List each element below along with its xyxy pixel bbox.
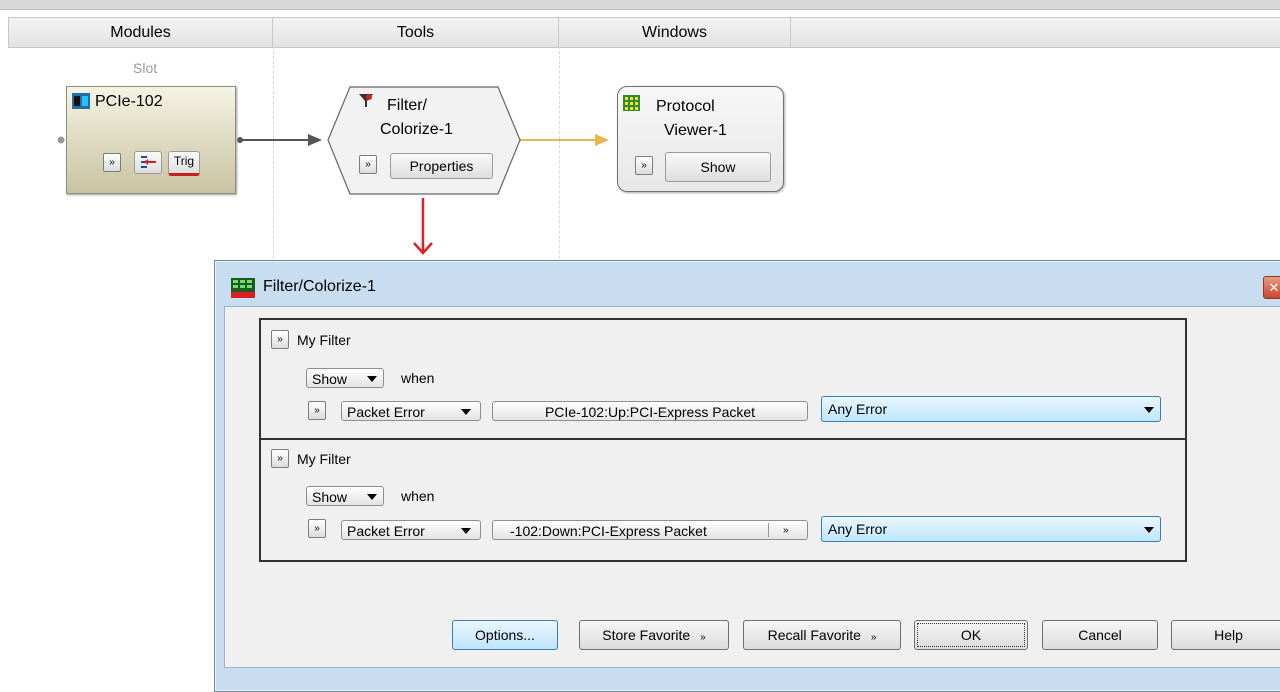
dropdown-arrow-icon bbox=[461, 409, 471, 415]
recall-favorite-label: Recall Favorite bbox=[767, 627, 861, 643]
module-input-port bbox=[57, 136, 65, 144]
value-select[interactable]: Any Error bbox=[821, 516, 1161, 542]
source-button[interactable]: -102:Down:PCI-Express Packet » bbox=[492, 520, 808, 540]
when-label: when bbox=[401, 370, 435, 386]
expand-chevron-icon[interactable]: » bbox=[308, 519, 326, 538]
window-title-line2: Viewer-1 bbox=[664, 122, 727, 139]
dropdown-arrow-icon bbox=[367, 376, 377, 382]
dropdown-arrow-icon bbox=[461, 528, 471, 534]
dropdown-arrow-icon bbox=[1144, 407, 1154, 413]
expand-chevron-icon[interactable]: » bbox=[271, 330, 289, 349]
module-pcie-102[interactable]: PCIe-102 » Trig bbox=[66, 86, 236, 194]
dialog-title: Filter/Colorize-1 bbox=[263, 278, 376, 295]
split-divider bbox=[768, 523, 769, 537]
pcie-module-icon bbox=[72, 93, 90, 109]
list-arrow-icon bbox=[141, 156, 156, 168]
condition-value: Packet Error bbox=[347, 523, 425, 539]
window-protocol-viewer[interactable]: Protocol Viewer-1 » Show bbox=[617, 86, 784, 192]
close-icon[interactable]: ✕ bbox=[1263, 276, 1280, 299]
window-title-line1: Protocol bbox=[656, 98, 715, 115]
condition-select[interactable]: Packet Error bbox=[341, 520, 481, 540]
filter-colorize-dialog: Filter/Colorize-1 ✕ » My Filter Show whe… bbox=[214, 260, 1280, 692]
help-button[interactable]: Help bbox=[1171, 620, 1280, 650]
config-list-button[interactable] bbox=[134, 151, 162, 174]
when-label: when bbox=[401, 488, 435, 504]
filter-rules-panel: » My Filter Show when » Packet Error PCI… bbox=[259, 318, 1187, 562]
filter-rule: » My Filter Show when » Packet Error PCI… bbox=[261, 320, 1185, 438]
expand-chevron-icon[interactable]: » bbox=[308, 401, 326, 420]
dropdown-arrow-icon bbox=[367, 494, 377, 500]
source-text: -102:Down:PCI-Express Packet bbox=[510, 523, 707, 539]
filter-rule: » My Filter Show when » Packet Error -10… bbox=[261, 438, 1185, 558]
options-button[interactable]: Options... bbox=[452, 620, 558, 650]
filter-name: My Filter bbox=[297, 451, 351, 467]
source-button[interactable]: PCIe-102:Up:PCI-Express Packet bbox=[492, 401, 808, 421]
value-text: Any Error bbox=[828, 401, 888, 417]
action-value: Show bbox=[312, 489, 348, 505]
chevron-down-icon[interactable]: » bbox=[783, 521, 789, 541]
chevron-down-icon: » bbox=[700, 632, 706, 643]
value-select[interactable]: Any Error bbox=[821, 396, 1161, 422]
dialog-app-icon bbox=[231, 278, 255, 298]
action-select[interactable]: Show bbox=[306, 368, 384, 388]
tool-filter-colorize[interactable]: Filter/ Colorize-1 » Properties bbox=[326, 86, 522, 196]
expand-chevron-icon[interactable]: » bbox=[271, 449, 289, 468]
filter-name: My Filter bbox=[297, 332, 351, 348]
dropdown-arrow-icon bbox=[1144, 527, 1154, 533]
recall-favorite-button[interactable]: Recall Favorite » bbox=[743, 620, 901, 650]
filter-funnel-icon bbox=[358, 92, 374, 108]
expand-chevron-icon[interactable]: » bbox=[359, 155, 377, 174]
show-button[interactable]: Show bbox=[665, 152, 771, 182]
chevron-down-icon: » bbox=[870, 632, 877, 643]
link-arrowhead bbox=[308, 134, 322, 146]
expand-chevron-icon[interactable]: » bbox=[635, 156, 653, 175]
tool-title-line2: Colorize-1 bbox=[380, 121, 453, 138]
tool-title-line1: Filter/ bbox=[387, 97, 427, 114]
value-text: Any Error bbox=[828, 521, 888, 537]
condition-value: Packet Error bbox=[347, 404, 425, 420]
store-favorite-button[interactable]: Store Favorite » bbox=[579, 620, 729, 650]
ok-button[interactable]: OK bbox=[914, 620, 1028, 650]
link-arrowhead bbox=[595, 134, 609, 146]
module-title: PCIe-102 bbox=[95, 93, 163, 110]
store-favorite-label: Store Favorite bbox=[602, 627, 691, 643]
condition-select[interactable]: Packet Error bbox=[341, 401, 481, 421]
expand-chevron-icon[interactable]: » bbox=[103, 153, 121, 172]
cancel-button[interactable]: Cancel bbox=[1042, 620, 1158, 650]
grid-table-icon bbox=[623, 95, 640, 111]
trig-button[interactable]: Trig bbox=[168, 151, 200, 176]
dialog-client-area: » My Filter Show when » Packet Error PCI… bbox=[224, 306, 1280, 668]
properties-button[interactable]: Properties bbox=[390, 153, 493, 179]
action-select[interactable]: Show bbox=[306, 486, 384, 506]
action-value: Show bbox=[312, 371, 348, 387]
